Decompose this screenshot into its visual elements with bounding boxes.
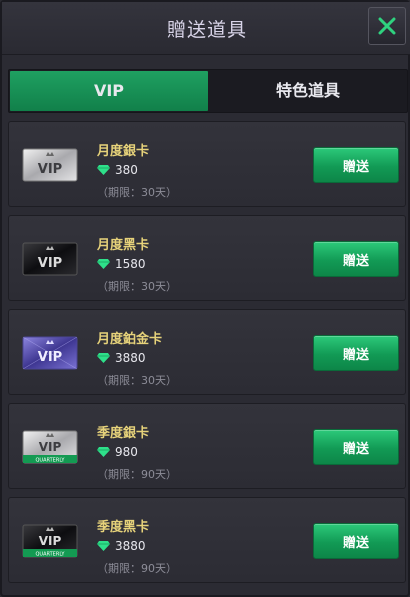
item-name: 月度鉑金卡 [97,332,163,347]
list-item: VIP QUARTERLY 季度銀卡 980 （期限：90天） 贈送 [8,403,406,489]
diamond-icon [97,259,110,269]
tab-vip[interactable]: VIP [10,71,208,111]
item-price: 980 [97,445,138,459]
item-price: 3880 [97,539,146,553]
close-button[interactable] [368,7,406,45]
diamond-icon [97,353,110,363]
close-icon [378,17,396,35]
svg-text:VIP: VIP [38,350,62,365]
item-name: 月度銀卡 [97,144,150,159]
give-button[interactable]: 贈送 [313,429,399,465]
item-period: （期限：90天） [97,562,177,575]
vip-silver-quarterly-card-icon: VIP QUARTERLY [22,430,78,464]
diamond-icon [97,541,110,551]
item-period: （期限：30天） [97,280,177,293]
price-value: 1580 [115,257,146,271]
diamond-icon [97,165,110,175]
item-price: 3880 [97,351,146,365]
price-value: 3880 [115,539,146,553]
svg-text:VIP: VIP [39,440,62,454]
item-period: （期限：30天） [97,374,177,387]
item-period: （期限：90天） [97,468,177,481]
gift-items-dialog: 贈送道具 VIP 特色道具 VIP 月度銀卡 380 （期限：30天） 贈送 V… [0,0,410,597]
svg-text:QUARTERLY: QUARTERLY [36,552,66,558]
list-item: VIP 月度黑卡 1580 （期限：30天） 贈送 [8,215,406,301]
price-value: 3880 [115,351,146,365]
item-name: 季度黑卡 [97,520,150,535]
vip-platinum-card-icon: VIP [22,336,78,370]
price-value: 980 [115,445,138,459]
svg-text:VIP: VIP [39,534,62,548]
tab-bar: VIP 特色道具 [8,69,408,113]
dialog-title: 贈送道具 [166,19,247,41]
give-button[interactable]: 贈送 [313,335,399,371]
give-button[interactable]: 贈送 [313,147,399,183]
svg-text:VIP: VIP [38,256,62,271]
diamond-icon [97,447,110,457]
item-name: 月度黑卡 [97,238,150,253]
list-item: VIP QUARTERLY 季度黑卡 3880 （期限：90天） 贈送 [8,497,406,583]
svg-text:VIP: VIP [38,162,62,177]
give-button[interactable]: 贈送 [313,523,399,559]
tab-special-items[interactable]: 特色道具 [209,70,407,112]
dialog-header: 贈送道具 [2,2,410,55]
item-period: （期限：30天） [97,186,177,199]
svg-text:QUARTERLY: QUARTERLY [36,458,66,464]
list-item: VIP 月度銀卡 380 （期限：30天） 贈送 [8,121,406,207]
item-price: 1580 [97,257,146,271]
give-button[interactable]: 贈送 [313,241,399,277]
item-name: 季度銀卡 [97,426,150,441]
list-item: VIP 月度鉑金卡 3880 （期限：30天） 贈送 [8,309,406,395]
vip-black-quarterly-card-icon: VIP QUARTERLY [22,524,78,558]
item-price: 380 [97,163,138,177]
vip-silver-card-icon: VIP [22,148,78,182]
vip-black-card-icon: VIP [22,242,78,276]
price-value: 380 [115,163,138,177]
